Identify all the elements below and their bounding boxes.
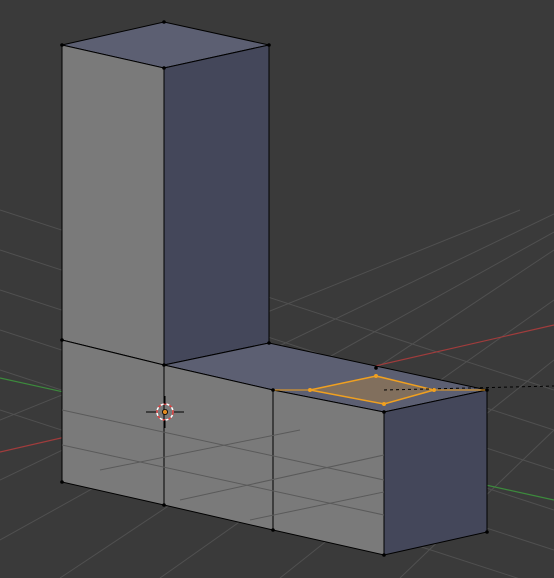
tall-block-front-face[interactable] bbox=[61, 44, 165, 366]
base-front-face-left[interactable] bbox=[61, 339, 165, 506]
base-front-face-right[interactable] bbox=[272, 389, 385, 556]
origin-dot-icon bbox=[161, 408, 168, 415]
viewport-scene[interactable] bbox=[0, 0, 554, 578]
base-front-face-mid[interactable] bbox=[163, 364, 274, 531]
tall-block-side-face[interactable] bbox=[163, 44, 270, 366]
arm-end-side-face[interactable] bbox=[383, 389, 488, 556]
3d-viewport[interactable] bbox=[0, 0, 554, 578]
mesh-object[interactable] bbox=[60, 20, 554, 557]
